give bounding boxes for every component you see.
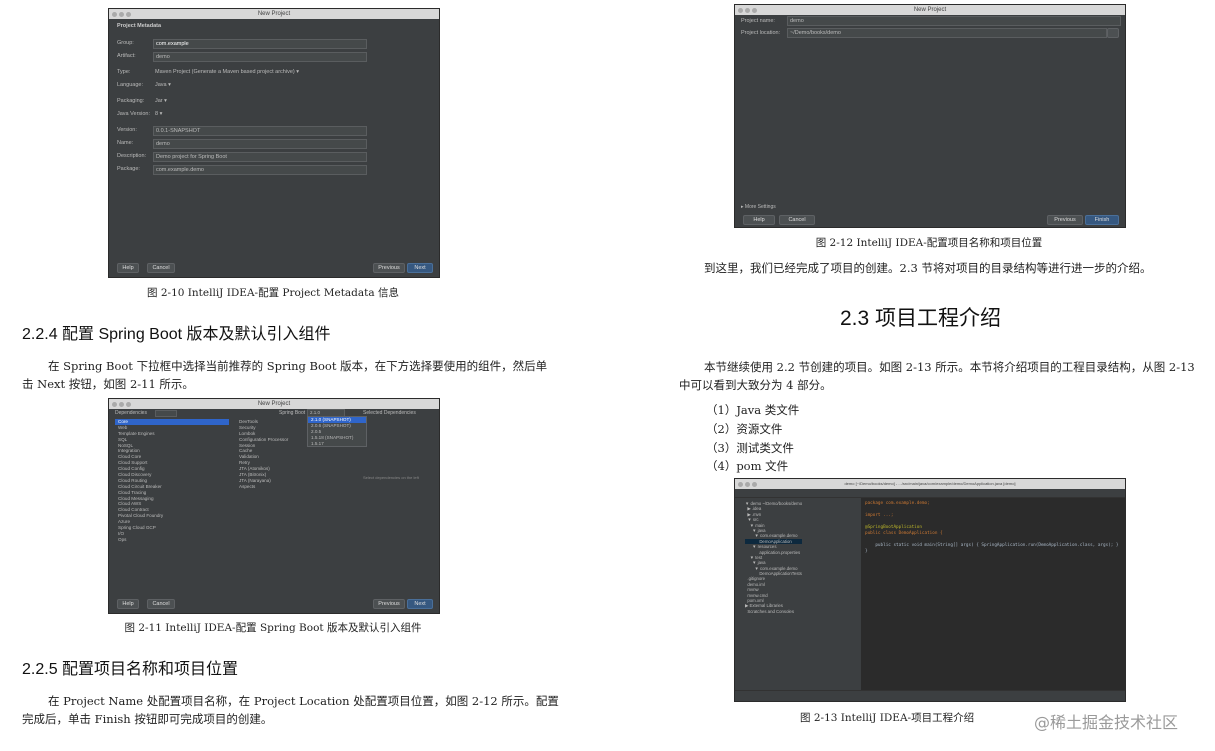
window-titlebar: New Project <box>109 399 439 409</box>
status-bar <box>735 690 1125 701</box>
window-titlebar: New Project <box>735 5 1125 15</box>
browse-folder-button[interactable] <box>1107 28 1119 38</box>
figure-2-12-caption: 图 2-12 IntelliJ IDEA-配置项目名称和项目位置 <box>815 237 1043 249</box>
help-button[interactable]: Help <box>117 263 139 273</box>
window-titlebar: New Project <box>109 9 439 19</box>
field-label: Type: <box>117 69 131 75</box>
project-name-input[interactable]: demo <box>787 16 1121 26</box>
project-name-label: Project name: <box>741 18 775 24</box>
toolbar <box>735 489 1125 498</box>
section-2-3-para-line1: 本节继续使用 2.2 节创建的项目。如图 2-13 所示。本节将介绍项目的工程目… <box>704 360 1195 374</box>
code-editor[interactable]: package com.example.demo; import ...; @Spr… <box>865 501 1119 555</box>
tree-node[interactable]: Scratches and Consoles <box>745 609 802 614</box>
section-2-2-4-heading: 2.2.4 配置 Spring Boot 版本及默认引入组件 <box>22 326 331 343</box>
project-tool-window: ▼ demo ~/Demo/books/demo ▶ .idea ▶ .mvn … <box>735 498 862 690</box>
list-item-pom-file: （4）pom 文件 <box>706 459 789 473</box>
window-title: New Project <box>257 401 291 407</box>
field-label: Group: <box>117 40 134 46</box>
more-settings-toggle[interactable]: ▸ More Settings <box>741 204 776 210</box>
window-title: New Project <box>913 7 947 13</box>
dependency-component-list[interactable]: DevTools Security Lombok Configuration Proc… <box>233 419 305 490</box>
category-item[interactable]: Ops <box>115 537 229 543</box>
field-input[interactable]: demo <box>153 52 367 62</box>
field-label: Version: <box>117 127 137 133</box>
figure-2-11-screenshot: New Project Dependencies Spring Boot 2.1… <box>108 398 440 614</box>
list-item-java-files: （1）Java 类文件 <box>706 403 800 417</box>
project-location-input[interactable]: ~/Demo/books/demo <box>787 28 1107 38</box>
spring-boot-label: Spring Boot <box>279 410 306 416</box>
creation-done-paragraph: 到这里，我们已经完成了项目的创建。2.3 节将对项目的目录结构等进行进一步的介绍… <box>704 261 1152 275</box>
spring-boot-version-dropdown[interactable]: 2.1.0 (SNAPSHOT) 2.0.6 (SNAPSHOT) 2.0.5 1.5… <box>307 416 367 448</box>
next-button[interactable]: Next <box>407 263 433 273</box>
section-2-2-4-para-line2: 击 Next 按钮，如图 2-11 所示。 <box>22 377 194 391</box>
field-label: Packaging: <box>117 98 145 104</box>
figure-2-13-caption: 图 2-13 IntelliJ IDEA-项目工程介绍 <box>800 712 975 724</box>
field-label: Description: <box>117 153 147 159</box>
selected-dependencies-label: Selected Dependencies <box>363 410 416 416</box>
figure-2-11-caption: 图 2-11 IntelliJ IDEA-配置 Spring Boot 版本及默… <box>124 622 422 634</box>
field-select[interactable]: 8 ▾ <box>153 110 162 118</box>
finish-button[interactable]: Finish <box>1085 215 1119 225</box>
field-label: Package: <box>117 166 140 172</box>
figure-2-10-caption: 图 2-10 IntelliJ IDEA-配置 Project Metadata… <box>147 287 399 299</box>
no-dependencies-hint: Select dependencies on the left <box>363 475 419 480</box>
dependency-search-input[interactable] <box>155 410 177 417</box>
figure-2-12-screenshot: New Project Project name: demo Project l… <box>734 4 1126 228</box>
site-watermark: @稀土掘金技术社区 <box>1034 713 1179 732</box>
field-label: Java Version: <box>117 111 151 117</box>
figure-2-10-screenshot: New Project Project Metadata Help Cancel… <box>108 8 440 278</box>
code-line: public static void main(String[] args) {… <box>865 543 1119 548</box>
figure-2-13-screenshot: demo [~/Demo/books/demo] - .../src/main/… <box>734 478 1126 702</box>
previous-button[interactable]: Previous <box>1047 215 1083 225</box>
dependency-category-list[interactable]: Core Web Template Engines SQL NoSQL Integrati… <box>115 419 229 543</box>
version-option[interactable]: 1.5.17 <box>308 441 366 447</box>
field-select[interactable]: Java ▾ <box>153 81 171 89</box>
field-input[interactable]: com.example.demo <box>153 165 367 175</box>
project-location-label: Project location: <box>741 30 781 36</box>
help-button[interactable]: Help <box>117 599 139 609</box>
window-title: demo [~/Demo/books/demo] - .../src/main/… <box>844 481 1016 486</box>
section-2-3-heading: 2.3 项目工程介绍 <box>840 307 1002 330</box>
window-titlebar: demo [~/Demo/books/demo] - .../src/main/… <box>735 479 1125 489</box>
field-input[interactable]: 0.0.1-SNAPSHOT <box>153 126 367 136</box>
next-button[interactable]: Next <box>407 599 433 609</box>
field-label: Language: <box>117 82 143 88</box>
cancel-button[interactable]: Cancel <box>779 215 815 225</box>
field-select[interactable]: Maven Project (Generate a Maven based pr… <box>153 68 299 76</box>
cancel-button[interactable]: Cancel <box>147 263 175 273</box>
field-input[interactable]: com.example <box>153 39 367 49</box>
window-title: New Project <box>257 11 291 17</box>
help-button[interactable]: Help <box>743 215 775 225</box>
list-item-test-files: （3）测试类文件 <box>706 441 794 455</box>
field-select[interactable]: Jar ▾ <box>153 97 167 105</box>
field-input[interactable]: demo <box>153 139 367 149</box>
section-2-2-5-heading: 2.2.5 配置项目名称和项目位置 <box>22 661 239 678</box>
field-label: Name: <box>117 140 134 146</box>
project-tree[interactable]: ▼ demo ~/Demo/books/demo ▶ .idea ▶ .mvn … <box>745 501 803 614</box>
previous-button[interactable]: Previous <box>373 263 405 273</box>
section-2-2-5-para-line1: 在 Project Name 处配置项目名称，在 Project Locatio… <box>48 694 559 708</box>
section-2-2-5-para-line2: 完成后，单击 Finish 按钮即可完成项目的创建。 <box>22 712 273 726</box>
field-input[interactable]: Demo project for Spring Boot <box>153 152 367 162</box>
cancel-button[interactable]: Cancel <box>147 599 175 609</box>
code-line: } <box>865 549 868 554</box>
section-label: Project Metadata <box>117 23 162 29</box>
section-2-2-4-para-line1: 在 Spring Boot 下拉框中选择当前推荐的 Spring Boot 版本… <box>48 359 548 373</box>
dependencies-label: Dependencies <box>115 410 147 416</box>
tree-node[interactable]: ▼ com.example.demo <box>745 533 802 538</box>
section-2-3-para-line2: 中可以看到大致分为 4 部分。 <box>679 378 832 392</box>
component-checkbox[interactable]: Aspects <box>233 484 305 490</box>
list-item-resource-files: （2）资源文件 <box>706 422 783 436</box>
field-label: Artifact: <box>117 53 136 59</box>
previous-button[interactable]: Previous <box>373 599 405 609</box>
